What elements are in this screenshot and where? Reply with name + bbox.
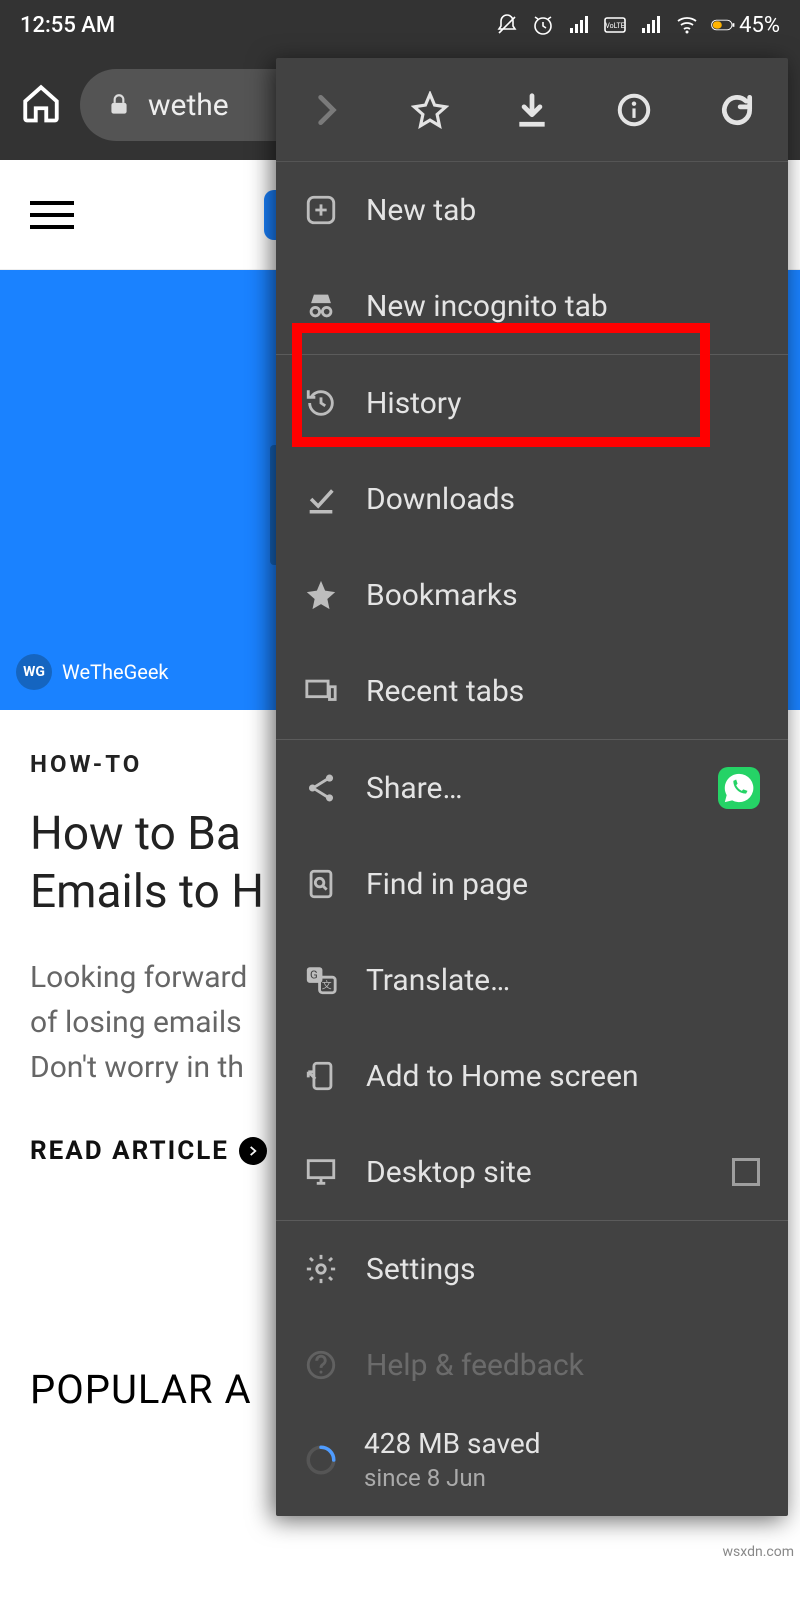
star-button[interactable]	[410, 90, 450, 130]
hamburger-icon[interactable]	[30, 201, 74, 229]
help-icon	[304, 1348, 338, 1382]
gear-icon	[304, 1252, 338, 1286]
menu-new-tab[interactable]: New tab	[276, 162, 788, 258]
svg-text:文: 文	[322, 979, 332, 992]
status-icons: VoLTE 45%	[495, 13, 780, 38]
brand-tag: WG WeTheGeek	[16, 654, 169, 690]
menu-translate[interactable]: G文 Translate…	[276, 932, 788, 1028]
desktop-icon	[304, 1155, 338, 1189]
url-text: wethe	[148, 88, 229, 123]
plus-box-icon	[304, 193, 338, 227]
download-done-icon	[304, 482, 338, 516]
battery-indicator: 45%	[711, 13, 780, 38]
info-button[interactable]	[614, 90, 654, 130]
wifi-icon	[675, 13, 699, 37]
menu-add-home[interactable]: Add to Home screen	[276, 1028, 788, 1124]
whatsapp-icon[interactable]	[718, 767, 760, 809]
menu-desktop-site[interactable]: Desktop site	[276, 1124, 788, 1220]
svg-text:G: G	[310, 968, 318, 982]
signal2-icon	[639, 13, 663, 37]
find-page-icon	[304, 867, 338, 901]
download-button[interactable]	[512, 90, 552, 130]
status-bar: 12:55 AM VoLTE 45%	[0, 0, 800, 50]
saved-since: since 8 Jun	[364, 1464, 541, 1492]
volte-icon: VoLTE	[603, 13, 627, 37]
menu-find-in-page[interactable]: Find in page	[276, 836, 788, 932]
menu-incognito[interactable]: New incognito tab	[276, 258, 788, 354]
watermark: wsxdn.com	[723, 1544, 794, 1560]
alarm-icon	[531, 13, 555, 37]
saved-amount: 428 MB saved	[364, 1427, 541, 1460]
battery-percent: 45%	[739, 13, 780, 38]
refresh-button[interactable]	[717, 90, 757, 130]
star-icon	[304, 578, 338, 612]
data-saver-info[interactable]: 428 MB saved since 8 Jun	[276, 1413, 788, 1496]
forward-button[interactable]	[307, 90, 347, 130]
menu-recent-tabs[interactable]: Recent tabs	[276, 643, 788, 739]
menu-toolbar	[276, 58, 788, 162]
incognito-icon	[304, 289, 338, 323]
menu-settings[interactable]: Settings	[276, 1221, 788, 1317]
devices-icon	[304, 674, 338, 708]
menu-help[interactable]: Help & feedback	[276, 1317, 788, 1413]
history-icon	[304, 386, 338, 420]
menu-history[interactable]: History	[276, 355, 788, 451]
datasaver-icon	[304, 1443, 338, 1477]
lock-icon	[106, 92, 132, 118]
menu-share[interactable]: Share…	[276, 740, 788, 836]
add-home-icon	[304, 1059, 338, 1093]
menu-downloads[interactable]: Downloads	[276, 451, 788, 547]
menu-bookmarks[interactable]: Bookmarks	[276, 547, 788, 643]
signal-icon	[567, 13, 591, 37]
arrow-icon	[239, 1137, 267, 1165]
home-button[interactable]	[20, 82, 62, 128]
status-time: 12:55 AM	[20, 13, 115, 38]
share-icon	[304, 771, 338, 805]
mute-icon	[495, 13, 519, 37]
desktop-site-checkbox[interactable]	[732, 1158, 760, 1186]
translate-icon: G文	[304, 963, 338, 997]
browser-menu: New tab New incognito tab History Downlo…	[276, 58, 788, 1516]
svg-text:VoLTE: VoLTE	[606, 22, 625, 30]
